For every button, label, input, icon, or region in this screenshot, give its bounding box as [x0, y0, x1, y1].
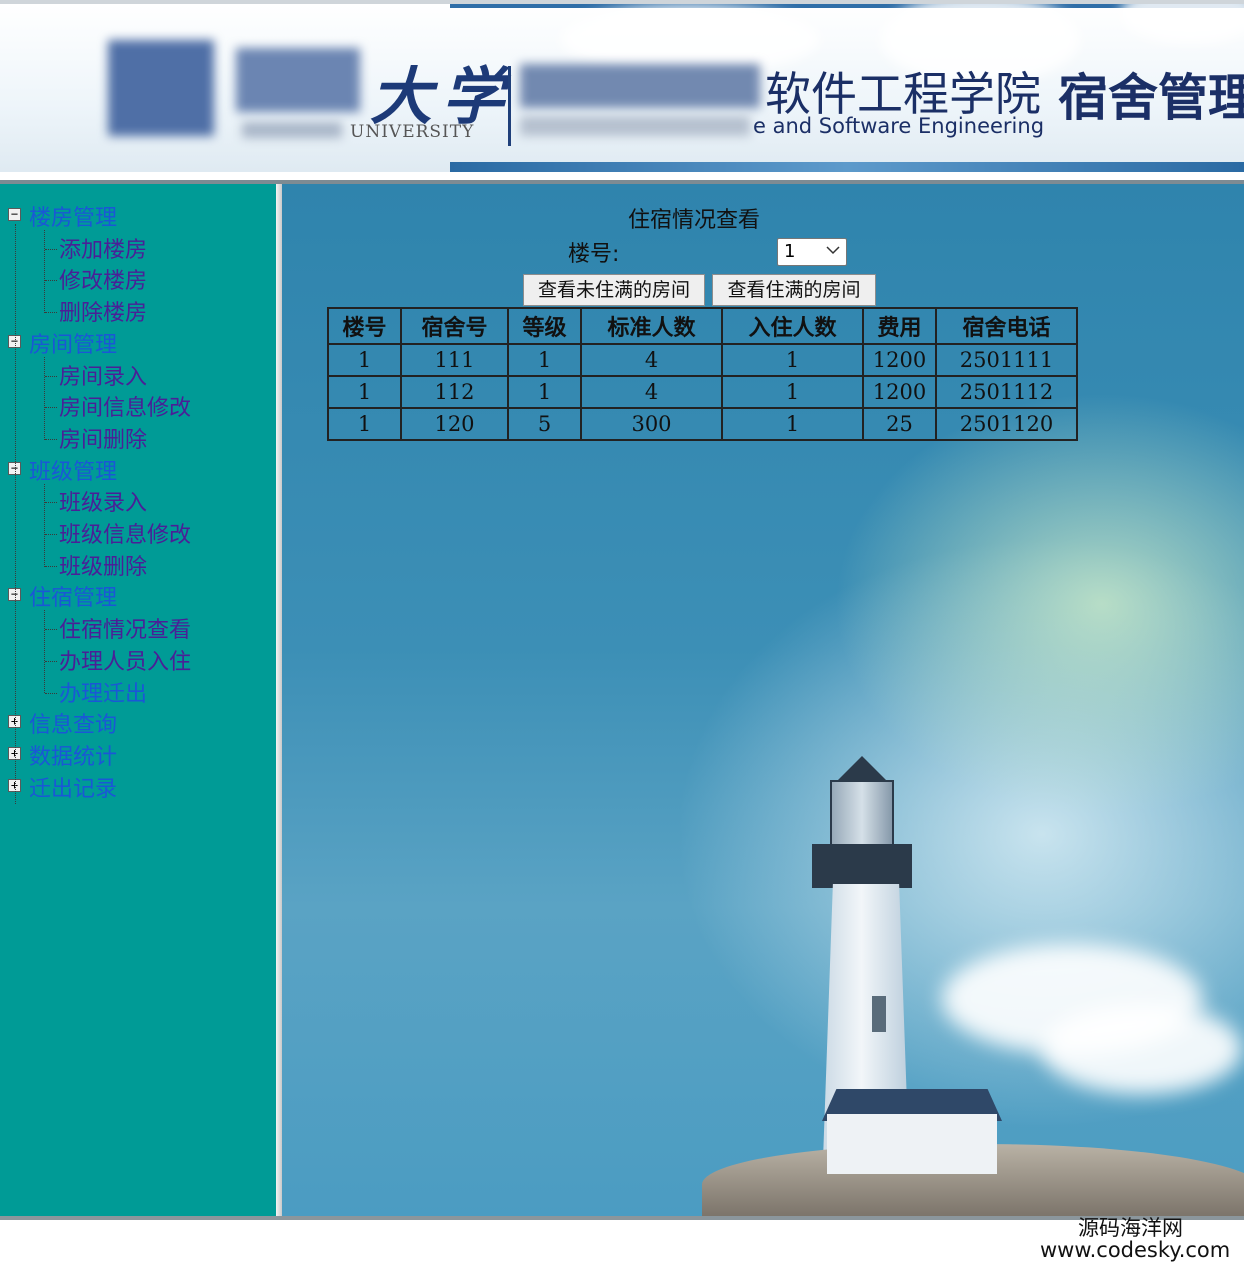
lighthouse-gallery [812, 844, 912, 888]
cell-grade: 5 [507, 407, 582, 441]
redacted-college-prefix-en [520, 116, 750, 136]
tree-connector [45, 660, 57, 662]
tree-connector [45, 502, 57, 504]
cell-occupants: 1 [721, 343, 864, 377]
tree-connector [45, 407, 57, 409]
cell-room: 120 [400, 407, 509, 441]
col-header-capacity: 标准人数 [580, 307, 723, 345]
cell-capacity: 4 [580, 343, 723, 377]
tree-connector [45, 692, 57, 694]
banner-bottom-strip [450, 162, 1244, 172]
table-row: 1 111 1 4 1 1200 2501111 [327, 343, 1078, 377]
cell-phone: 2501111 [935, 343, 1078, 377]
table-row: 1 112 1 4 1 1200 2501112 [327, 375, 1078, 409]
nav-group-label[interactable]: 班级管理 [29, 454, 117, 486]
nav-group-label[interactable]: 迁出记录 [29, 771, 117, 803]
nav-group-label[interactable]: 住宿管理 [29, 580, 117, 612]
cell-fee: 1200 [862, 343, 937, 377]
col-header-room: 宿舍号 [400, 307, 509, 345]
sidebar-item[interactable]: 住宿情况查看 [59, 612, 191, 644]
floor-select-value: 1 [784, 241, 796, 262]
lighthouse-lamp [830, 780, 894, 846]
cell-phone: 2501112 [935, 375, 1078, 409]
watermark: 源码海洋网 www.codesky.com [1040, 1212, 1244, 1267]
redacted-university-en [242, 122, 342, 138]
cell-building: 1 [327, 343, 402, 377]
cell-room: 111 [400, 343, 509, 377]
tree-connector [44, 483, 45, 567]
col-header-occupants: 入住人数 [721, 307, 864, 345]
sidebar: − 楼房管理 添加楼房 修改楼房 删除楼房 − 房间管理 房间录入 房间信息修改 房间删除 − 班级管… [0, 184, 276, 1216]
col-header-phone: 宿舍电话 [935, 307, 1078, 345]
header-divider [508, 66, 511, 146]
tree-connector [45, 312, 57, 314]
sidebar-item[interactable]: 办理人员入住 [59, 644, 191, 676]
cell-grade: 1 [507, 375, 582, 409]
tree-connector [44, 230, 45, 314]
tree-connector [45, 375, 57, 377]
sidebar-item[interactable]: 删除楼房 [59, 295, 147, 327]
cell-building: 1 [327, 375, 402, 409]
header-banner: 大学 UNIVERSITY 软件工程学院 e and Software Engi… [0, 0, 1244, 172]
cell-fee: 1200 [862, 375, 937, 409]
col-header-fee: 费用 [862, 307, 937, 345]
watermark-url: www.codesky.com [1040, 1238, 1231, 1262]
col-header-building: 楼号 [327, 307, 402, 345]
tree-connector [45, 438, 57, 440]
redacted-logo [108, 40, 214, 136]
cell-building: 1 [327, 407, 402, 441]
cell-phone: 2501120 [935, 407, 1078, 441]
floor-label: 楼号: [568, 242, 620, 267]
collapse-icon[interactable]: − [8, 208, 21, 221]
sidebar-item[interactable]: 房间录入 [59, 359, 147, 391]
banner-cloud [1120, 4, 1244, 44]
sidebar-item[interactable]: 班级信息修改 [59, 517, 191, 549]
sidebar-item[interactable]: 办理迁出 [59, 676, 147, 708]
cell-occupants: 1 [721, 407, 864, 441]
university-name-en: UNIVERSITY [350, 122, 475, 142]
tree-connector [45, 629, 57, 631]
tree-connector [15, 224, 16, 804]
background-cloud [1042, 1004, 1242, 1094]
nav-group-label[interactable]: 数据统计 [29, 739, 117, 771]
tree-connector [45, 280, 57, 282]
view-full-rooms-button[interactable]: 查看住满的房间 [712, 274, 876, 306]
main-panel: 住宿情况查看 楼号: 1 查看未住满的房间 查看住满的房间 楼号 宿舍号 等级 … [282, 184, 1244, 1216]
sidebar-item[interactable]: 房间删除 [59, 422, 147, 454]
table-row: 1 120 5 300 1 25 2501120 [327, 407, 1078, 441]
college-name-en: e and Software Engineering [753, 114, 1045, 138]
sidebar-item[interactable]: 修改楼房 [59, 263, 147, 295]
tree-connector [45, 565, 57, 567]
tree-connector [45, 248, 57, 250]
lighthouse-window [872, 996, 886, 1032]
tree-connector [45, 534, 57, 535]
redacted-college-prefix [520, 64, 760, 108]
col-header-grade: 等级 [507, 307, 582, 345]
view-unfull-rooms-button[interactable]: 查看未住满的房间 [523, 274, 705, 306]
table-header-row: 楼号 宿舍号 等级 标准人数 入住人数 费用 宿舍电话 [327, 307, 1078, 345]
cell-occupants: 1 [721, 375, 864, 409]
cell-capacity: 300 [580, 407, 723, 441]
sidebar-item[interactable]: 房间信息修改 [59, 390, 191, 422]
sidebar-item[interactable]: 班级录入 [59, 485, 147, 517]
cell-fee: 25 [862, 407, 937, 441]
chevron-down-icon [826, 246, 840, 255]
cell-room: 112 [400, 375, 509, 409]
sidebar-item[interactable]: 添加楼房 [59, 232, 147, 264]
keeper-house [827, 1114, 997, 1174]
cell-capacity: 4 [580, 375, 723, 409]
rooms-table: 楼号 宿舍号 等级 标准人数 入住人数 费用 宿舍电话 1 111 1 4 1 … [327, 307, 1078, 441]
tree-connector [44, 356, 45, 440]
nav-group-label[interactable]: 信息查询 [29, 707, 117, 739]
floor-select[interactable]: 1 [777, 238, 847, 266]
tree-connector [44, 610, 45, 694]
sidebar-item[interactable]: 班级删除 [59, 549, 147, 581]
page-title: 住宿情况查看 [628, 208, 761, 233]
system-title: 宿舍管理 [1058, 69, 1244, 127]
redacted-university-name [236, 48, 360, 112]
nav-group-label[interactable]: 房间管理 [29, 327, 117, 359]
cell-grade: 1 [507, 343, 582, 377]
nav-group-label[interactable]: 楼房管理 [29, 200, 117, 232]
